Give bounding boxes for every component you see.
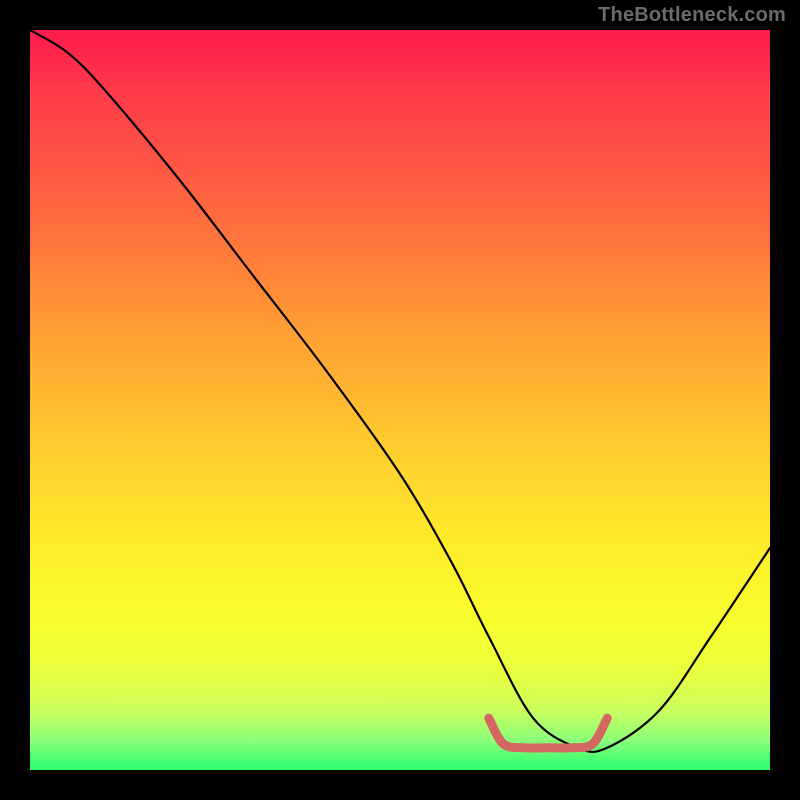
bottleneck-curve [30, 30, 770, 752]
chart-svg [30, 30, 770, 770]
chart-frame: TheBottleneck.com [0, 0, 800, 800]
watermark-text: TheBottleneck.com [598, 4, 786, 27]
chart-plot-area [30, 30, 770, 770]
optimal-band-marker [489, 718, 607, 748]
